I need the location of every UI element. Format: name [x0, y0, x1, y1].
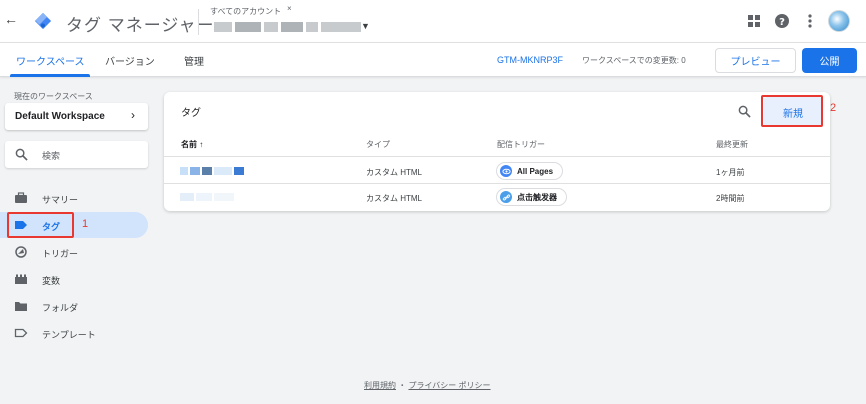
template-icon — [14, 328, 28, 338]
trigger-chip-label: All Pages — [517, 166, 554, 176]
container-id-link[interactable]: GTM-MKNRP3F — [497, 55, 563, 65]
user-avatar[interactable] — [828, 10, 850, 32]
tab-admin[interactable]: 管理 — [184, 53, 204, 68]
workspace-name: Default Workspace — [15, 111, 105, 122]
table-divider — [164, 156, 830, 157]
sidebar-item-summary[interactable]: サマリー — [0, 185, 148, 211]
more-vert-icon[interactable] — [802, 13, 818, 29]
sidebar-item-label: トリガー — [42, 249, 79, 259]
search-placeholder: 検索 — [42, 151, 61, 161]
column-header-updated[interactable]: 最終更新 — [716, 139, 748, 150]
workspace-selector[interactable]: Default Workspace › — [5, 103, 148, 130]
sidebar-item-variables[interactable]: 変数 — [0, 266, 148, 292]
sidebar-item-label: 変数 — [42, 276, 61, 286]
column-header-trigger[interactable]: 配信トリガー — [497, 139, 545, 150]
column-header-type[interactable]: タイプ — [366, 139, 390, 150]
trigger-icon — [15, 246, 27, 258]
account-close-icon[interactable]: × — [287, 4, 292, 13]
search-icon[interactable] — [738, 105, 751, 118]
variables-icon — [15, 274, 27, 284]
sidebar-item-label: テンプレート — [42, 330, 96, 340]
back-arrow-icon[interactable]: ← — [4, 11, 18, 27]
svg-text:?: ? — [779, 17, 785, 28]
help-icon[interactable]: ? — [774, 13, 790, 29]
annotation-number-2: 2 — [830, 102, 837, 114]
workspace-changes-count: ワークスペースでの変更数: 0 — [582, 56, 686, 65]
account-name-redacted[interactable] — [214, 22, 361, 34]
active-tab-indicator — [10, 74, 90, 77]
terms-link[interactable]: 利用規約 — [364, 381, 396, 390]
trigger-chip[interactable]: All Pages — [496, 162, 564, 180]
app-header: ← タグ マネージャー すべてのアカウント × ▼ ? — [0, 0, 866, 43]
app-title: タグ マネージャー — [66, 16, 215, 35]
link-icon — [500, 191, 512, 203]
tag-updated: 2時間前 — [716, 194, 745, 203]
privacy-link[interactable]: プライバシー ポリシー — [408, 381, 490, 390]
sidebar-item-templates[interactable]: テンプレート — [0, 320, 148, 346]
apps-grid-icon[interactable] — [746, 13, 762, 29]
tag-manager-logo-icon[interactable] — [34, 12, 52, 30]
annotation-number-1: 1 — [82, 218, 89, 230]
trigger-chip[interactable]: 点击触发器 — [496, 188, 567, 206]
sidebar-search-input[interactable]: 検索 — [5, 141, 148, 168]
annotation-highlight-new-button — [761, 95, 823, 127]
tag-type: カスタム HTML — [366, 168, 422, 177]
sidebar-item-folders[interactable]: フォルダ — [0, 293, 148, 319]
tab-versions[interactable]: バージョン — [105, 53, 155, 68]
account-label: すべてのアカウント — [210, 7, 282, 16]
trigger-chip-label: 点击触发器 — [517, 192, 557, 202]
footer-separator: ・ — [398, 381, 407, 390]
sidebar-item-triggers[interactable]: トリガー — [0, 239, 148, 265]
footer-links: 利用規約 ・ プライバシー ポリシー — [364, 380, 491, 391]
annotation-highlight-tags — [7, 212, 74, 238]
sidebar-item-label: サマリー — [42, 195, 79, 205]
tags-card: タグ 新規 名前 ↑ タイプ 配信トリガー 最終更新 カスタム HTML All… — [164, 92, 830, 211]
tab-workspace[interactable]: ワークスペース — [16, 53, 85, 68]
tag-name-redacted[interactable] — [180, 193, 234, 201]
eye-icon — [500, 165, 512, 177]
workspace-tabs-bar: ワークスペース バージョン 管理 GTM-MKNRP3F ワークスペースでの変更… — [0, 43, 866, 77]
header-divider — [198, 9, 199, 35]
column-header-name[interactable]: 名前 ↑ — [181, 139, 203, 150]
account-dropdown-caret-icon[interactable]: ▼ — [361, 21, 370, 31]
tag-name-redacted[interactable] — [180, 167, 244, 175]
sidebar-item-label: フォルダ — [42, 303, 79, 313]
tag-updated: 1ヶ月前 — [716, 168, 745, 177]
current-workspace-heading: 現在のワークスペース — [14, 92, 93, 101]
search-icon — [15, 148, 28, 161]
tags-card-title: タグ — [181, 108, 201, 119]
publish-button[interactable]: 公開 — [802, 48, 857, 73]
chevron-right-icon: › — [131, 108, 135, 122]
folder-icon — [15, 302, 27, 311]
preview-button[interactable]: プレビュー — [715, 48, 796, 73]
table-divider — [164, 183, 830, 184]
tag-type: カスタム HTML — [366, 194, 422, 203]
briefcase-icon — [15, 192, 27, 203]
